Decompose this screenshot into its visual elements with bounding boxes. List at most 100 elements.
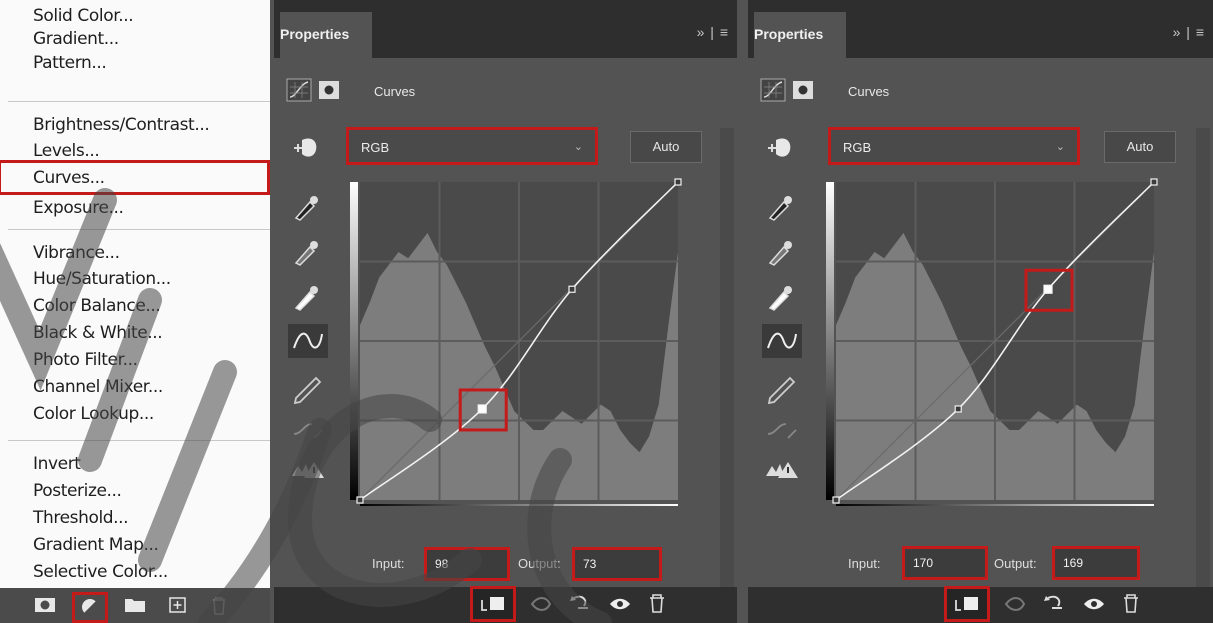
tab-properties-label: Properties: [280, 26, 350, 42]
adjustment-title: Curves: [374, 84, 416, 99]
chevron-down-icon: ⌄: [573, 141, 583, 153]
channel-value: RGB: [843, 140, 872, 155]
visibility-icon: [1084, 598, 1104, 610]
properties-panel-left: Properties » | ≡ Curves RGB ⌄ Auto Input…: [274, 0, 737, 623]
input-label: Input:: [848, 556, 881, 571]
curve-point: [674, 178, 682, 186]
menu-item-exposure[interactable]: Exposure...: [33, 198, 124, 218]
panel-menu-controls[interactable]: » | ≡: [697, 24, 729, 40]
active-curve-point: [1043, 284, 1053, 294]
menu-item-solid-color[interactable]: Solid Color...: [33, 6, 134, 26]
curves-graph[interactable]: [350, 178, 682, 506]
panel-scrollbar[interactable]: [1196, 128, 1210, 598]
clip-to-layer-icon: [944, 586, 990, 622]
curves-tools: [762, 138, 802, 478]
adjustment-title: Curves: [848, 84, 890, 99]
menu-item-hue-saturation[interactable]: Hue/Saturation...: [33, 269, 171, 289]
menu-item-black-white[interactable]: Black & White...: [33, 323, 163, 343]
clip-to-layer-icon: [470, 586, 516, 622]
trash-icon: [1124, 594, 1138, 613]
view-previous-icon: [1004, 597, 1026, 611]
curve-point-tool-icon: [762, 324, 802, 358]
adjustment-icons: [286, 78, 339, 102]
input-label: Input:: [372, 556, 405, 571]
output-label: Output:: [518, 556, 561, 571]
curve-point: [568, 285, 576, 293]
white-point-eyedropper-icon: [768, 286, 792, 311]
layer-mask-icon: [793, 81, 813, 99]
gray-point-eyedropper-icon: [768, 241, 792, 266]
panel-scrollbar[interactable]: [720, 128, 734, 598]
auto-button[interactable]: Auto: [630, 131, 702, 163]
clipping-warning-icon: [292, 462, 324, 478]
input-gradient-bar: [836, 504, 1154, 506]
curves-adjustment-icon: [286, 78, 312, 102]
output-gradient-bar: [350, 182, 358, 500]
channel-select[interactable]: RGB ⌄: [828, 127, 1080, 165]
menu-item-pattern[interactable]: Pattern...: [33, 53, 107, 73]
curve-point: [832, 496, 840, 504]
curves-tools: [288, 138, 328, 478]
adjustment-layer-icon[interactable]: [72, 592, 108, 623]
menu-item-invert[interactable]: Invert: [33, 454, 81, 474]
clipping-warning-icon: [766, 462, 798, 478]
black-point-eyedropper-icon: [768, 196, 792, 221]
menu-item-gradient[interactable]: Gradient...: [33, 29, 119, 49]
visibility-icon: [610, 598, 630, 610]
layer-mask-icon: [319, 81, 339, 99]
curves-highlight-frame: [0, 160, 270, 195]
menu-item-levels[interactable]: Levels...: [33, 141, 100, 161]
chevron-down-icon: ⌄: [1055, 141, 1065, 153]
adjustment-icons: [760, 78, 813, 102]
layer-mask-icon[interactable]: [34, 596, 56, 614]
gray-point-eyedropper-icon: [294, 241, 318, 266]
curve-point: [356, 496, 364, 504]
pencil-icon: [293, 376, 322, 405]
curve-point-tool-icon: [288, 324, 328, 358]
panel-menu-controls[interactable]: » | ≡: [1173, 24, 1205, 40]
menu-item-photo-filter[interactable]: Photo Filter...: [33, 350, 138, 370]
tab-properties-label: Properties: [754, 26, 824, 42]
menu-item-threshold[interactable]: Threshold...: [33, 508, 129, 528]
properties-panel-right: Properties » | ≡ Curves RGB ⌄ Auto Input…: [748, 0, 1213, 623]
curve-point: [954, 405, 962, 413]
output-field[interactable]: 169: [1052, 546, 1140, 580]
new-layer-icon[interactable]: [168, 596, 188, 614]
menu-divider: [8, 229, 270, 230]
black-point-eyedropper-icon: [294, 196, 318, 221]
input-field[interactable]: 170: [902, 546, 988, 580]
menu-item-channel-mixer[interactable]: Channel Mixer...: [33, 377, 163, 397]
menu-item-gradient-map[interactable]: Gradient Map...: [33, 535, 159, 555]
input-field[interactable]: 98: [424, 547, 510, 581]
channel-select[interactable]: RGB ⌄: [346, 127, 598, 165]
auto-button[interactable]: Auto: [1104, 131, 1176, 163]
menu-item-color-lookup[interactable]: Color Lookup...: [33, 404, 154, 424]
output-label: Output:: [994, 556, 1037, 571]
smooth-icon: [767, 423, 797, 439]
trash-icon: [650, 594, 664, 613]
reset-icon: [570, 595, 588, 609]
smooth-icon: [293, 423, 323, 439]
panel-tab-bar: Properties » | ≡: [748, 0, 1213, 58]
on-image-adjust-icon: [768, 138, 791, 157]
footer-icons: [470, 586, 664, 622]
on-image-adjust-icon: [294, 138, 317, 157]
white-point-eyedropper-icon: [294, 286, 318, 311]
menu-divider: [8, 440, 270, 441]
menu-item-selective-color[interactable]: Selective Color...: [33, 562, 168, 582]
input-gradient-bar: [360, 504, 678, 506]
channel-value: RGB: [361, 140, 390, 155]
curves-adjustment-icon: [760, 78, 786, 102]
curve-point: [1150, 178, 1158, 186]
curves-graph[interactable]: [826, 178, 1158, 506]
output-field[interactable]: 73: [572, 547, 662, 581]
delete-layer-icon[interactable]: [210, 596, 228, 616]
folder-icon[interactable]: [124, 596, 146, 614]
menu-item-brightness-contrast[interactable]: Brightness/Contrast...: [33, 115, 210, 135]
menu-item-color-balance[interactable]: Color Balance...: [33, 296, 161, 316]
view-previous-icon: [530, 597, 552, 611]
panel-tab-bar: Properties » | ≡: [274, 0, 737, 58]
adjustment-menu: Solid Color... Gradient... Pattern... Br…: [0, 0, 270, 623]
menu-item-posterize[interactable]: Posterize...: [33, 481, 122, 501]
menu-item-vibrance[interactable]: Vibrance...: [33, 243, 120, 263]
